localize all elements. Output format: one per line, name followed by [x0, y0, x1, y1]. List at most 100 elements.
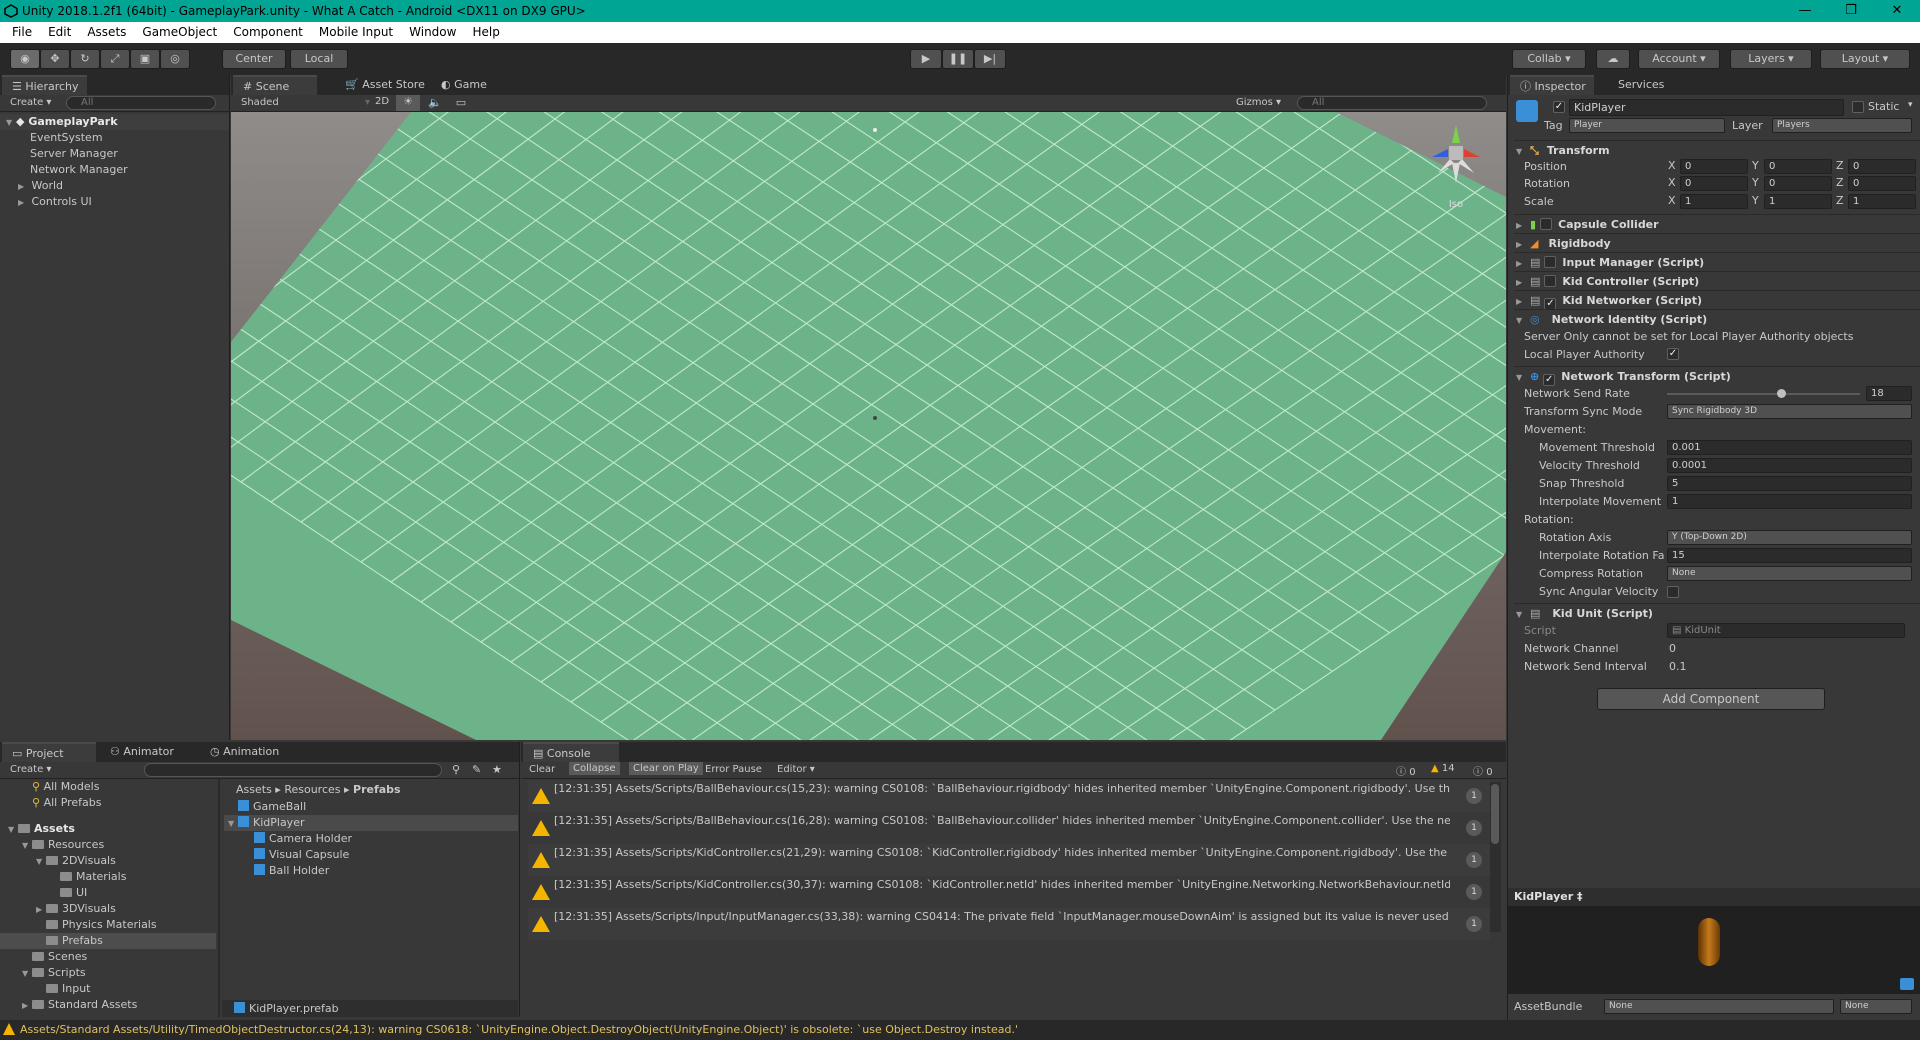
console-collapse-toggle[interactable]: Collapse	[569, 762, 620, 775]
rotate-tool-button[interactable]: ↻	[70, 49, 100, 69]
maximize-button[interactable]: ❐	[1828, 0, 1874, 22]
console-row[interactable]: [12:31:35] Assets/Scripts/KidController.…	[528, 844, 1490, 876]
interpolate-rotation-field[interactable]: 15	[1667, 548, 1912, 563]
menu-component[interactable]: Component	[225, 22, 311, 43]
cloud-button[interactable]: ☁	[1596, 49, 1630, 69]
hierarchy-create-button[interactable]: Create ▾	[10, 97, 51, 108]
close-button[interactable]: ✕	[1874, 0, 1920, 22]
active-checkbox[interactable]: ✓	[1553, 101, 1565, 113]
console-editor-dropdown[interactable]: Editor ▾	[777, 764, 815, 775]
menu-assets[interactable]: Assets	[79, 22, 134, 43]
send-rate-field[interactable]: 18	[1866, 386, 1912, 401]
project-folder-standard-assets[interactable]: ▶ Standard Assets	[0, 997, 216, 1013]
rotation-axis-dropdown[interactable]: Y (Top-Down 2D)	[1667, 530, 1912, 545]
menu-edit[interactable]: Edit	[40, 22, 79, 43]
sync-mode-dropdown[interactable]: Sync Rigidbody 3D	[1667, 404, 1912, 419]
network-transform-header[interactable]: ▼ ⊕ ✓ Network Transform (Script)	[1514, 366, 1920, 386]
project-folder-2dvisuals[interactable]: ▼ 2DVisuals	[0, 853, 216, 869]
menu-file[interactable]: File	[4, 22, 40, 43]
favorite-all-prefabs[interactable]: ⚲ All Prefabs	[0, 795, 216, 811]
console-scrollbar[interactable]	[1489, 782, 1501, 932]
position-z-field[interactable]: 0	[1848, 159, 1916, 174]
project-folder-materials[interactable]: Materials	[0, 869, 216, 885]
expand-arrow-icon[interactable]: ▼	[8, 822, 18, 838]
play-button[interactable]: ▶	[910, 49, 942, 69]
assetbundle-dropdown[interactable]: None	[1604, 999, 1834, 1014]
status-bar[interactable]: Assets/Standard Assets/Utility/TimedObje…	[0, 1020, 1920, 1040]
tab-scene[interactable]: # Scene	[233, 75, 317, 95]
audio-toggle[interactable]: 🔈	[423, 96, 447, 109]
position-x-field[interactable]: 0	[1680, 159, 1748, 174]
pause-button[interactable]: ❚❚	[942, 49, 974, 69]
warning-count-toggle[interactable]: ▲ 14	[1431, 763, 1455, 774]
static-dropdown-icon[interactable]: ▾	[1908, 100, 1913, 110]
tab-project[interactable]: ▭ Project	[2, 742, 96, 762]
pivot-local-button[interactable]: Local	[290, 49, 348, 69]
pivot-center-button[interactable]: Center	[222, 49, 286, 69]
tab-services[interactable]: Services	[1608, 75, 1672, 95]
expand-arrow-icon[interactable]: ▼	[36, 854, 46, 870]
layers-dropdown[interactable]: Layers ▾	[1730, 49, 1812, 69]
capsule-collider-header[interactable]: ▶ ▮ Capsule Collider	[1514, 214, 1920, 233]
project-folder-scenes[interactable]: Scenes	[0, 949, 216, 965]
hierarchy-scene-row[interactable]: ▼ ◆ GameplayPark	[0, 114, 229, 130]
filter-type-icon[interactable]: ⚲	[452, 763, 460, 776]
network-identity-header[interactable]: ▼ ◎ Network Identity (Script)	[1514, 309, 1920, 328]
minimize-button[interactable]: —	[1782, 0, 1828, 22]
step-button[interactable]: ▶|	[974, 49, 1006, 69]
hierarchy-item-controls-ui[interactable]: ▶ Controls UI	[0, 194, 229, 210]
preview-header[interactable]: KidPlayer ‡	[1508, 888, 1920, 906]
add-component-button[interactable]: Add Component	[1597, 688, 1825, 710]
asset-item-visual-capsule[interactable]: Visual Capsule	[224, 847, 518, 863]
2d-toggle[interactable]: 2D	[368, 96, 396, 107]
send-rate-slider-handle[interactable]	[1777, 389, 1786, 398]
kid-controller-checkbox[interactable]	[1544, 275, 1557, 287]
project-folder-prefabs[interactable]: Prefabs	[0, 933, 216, 949]
layout-dropdown[interactable]: Layout ▾	[1820, 49, 1910, 69]
scale-y-field[interactable]: 1	[1764, 194, 1832, 209]
collab-button[interactable]: Collab ▾	[1512, 49, 1586, 69]
send-rate-slider[interactable]	[1667, 393, 1860, 395]
hierarchy-search-input[interactable]: All	[66, 96, 216, 110]
rect-tool-button[interactable]: ▣	[130, 49, 160, 69]
collapse-arrow-icon[interactable]: ▶	[36, 902, 46, 918]
project-folder-3dvisuals[interactable]: ▶ 3DVisuals	[0, 901, 216, 917]
expand-arrow-icon[interactable]: ▼	[228, 816, 238, 832]
menu-window[interactable]: Window	[401, 22, 464, 43]
info-count-toggle[interactable]: ⓘ 0	[1396, 763, 1416, 778]
console-row[interactable]: [12:31:35] Assets/Scripts/BallBehaviour.…	[528, 812, 1490, 844]
gizmos-dropdown[interactable]: Gizmos ▾	[1236, 97, 1281, 108]
project-create-button[interactable]: Create ▾	[10, 764, 51, 775]
move-tool-button[interactable]: ✥	[40, 49, 70, 69]
tab-asset-store[interactable]: 🛒 Asset Store	[335, 75, 433, 95]
tab-console[interactable]: ▤ Console	[523, 742, 619, 762]
movement-threshold-field[interactable]: 0.001	[1667, 440, 1912, 455]
project-folder-resources[interactable]: ▼ Resources	[0, 837, 216, 853]
tag-dropdown[interactable]: Player	[1569, 118, 1725, 133]
breadcrumb-current[interactable]: Prefabs	[353, 783, 401, 796]
console-row[interactable]: [12:31:35] Assets/Scripts/KidController.…	[528, 876, 1490, 908]
console-error-pause-toggle[interactable]: Error Pause	[705, 764, 762, 775]
project-splitter[interactable]	[218, 779, 220, 1017]
velocity-threshold-field[interactable]: 0.0001	[1667, 458, 1912, 473]
compress-rotation-dropdown[interactable]: None	[1667, 566, 1912, 581]
console-row[interactable]: [12:31:35] Assets/Scripts/Input/InputMan…	[528, 908, 1490, 940]
lighting-toggle[interactable]: ☀	[396, 95, 420, 111]
favorite-star-icon[interactable]: ★	[492, 763, 502, 776]
collapse-arrow-icon[interactable]: ▶	[22, 998, 32, 1014]
shading-mode-dropdown[interactable]: Shaded	[241, 97, 279, 108]
tab-animator[interactable]: ⚇ Animator	[100, 742, 182, 762]
tab-animation[interactable]: ◷ Animation	[200, 742, 287, 762]
tag-icon[interactable]	[1900, 978, 1914, 990]
network-channel-value[interactable]: 0	[1669, 640, 1676, 657]
kid-controller-header[interactable]: ▶ ▤ Kid Controller (Script)	[1514, 271, 1920, 290]
project-folder-scripts[interactable]: ▼ Scripts	[0, 965, 216, 981]
rigidbody-header[interactable]: ▶ ◢ Rigidbody	[1514, 233, 1920, 252]
interpolate-movement-field[interactable]: 1	[1667, 494, 1912, 509]
scene-search-input[interactable]: All	[1297, 96, 1487, 110]
snap-threshold-field[interactable]: 5	[1667, 476, 1912, 491]
transform-header[interactable]: ▼ ⤡ Transform	[1514, 140, 1920, 159]
hierarchy-item-world[interactable]: ▶ World	[0, 178, 229, 194]
menu-gameobject[interactable]: GameObject	[134, 22, 225, 43]
menu-mobile-input[interactable]: Mobile Input	[311, 22, 401, 43]
